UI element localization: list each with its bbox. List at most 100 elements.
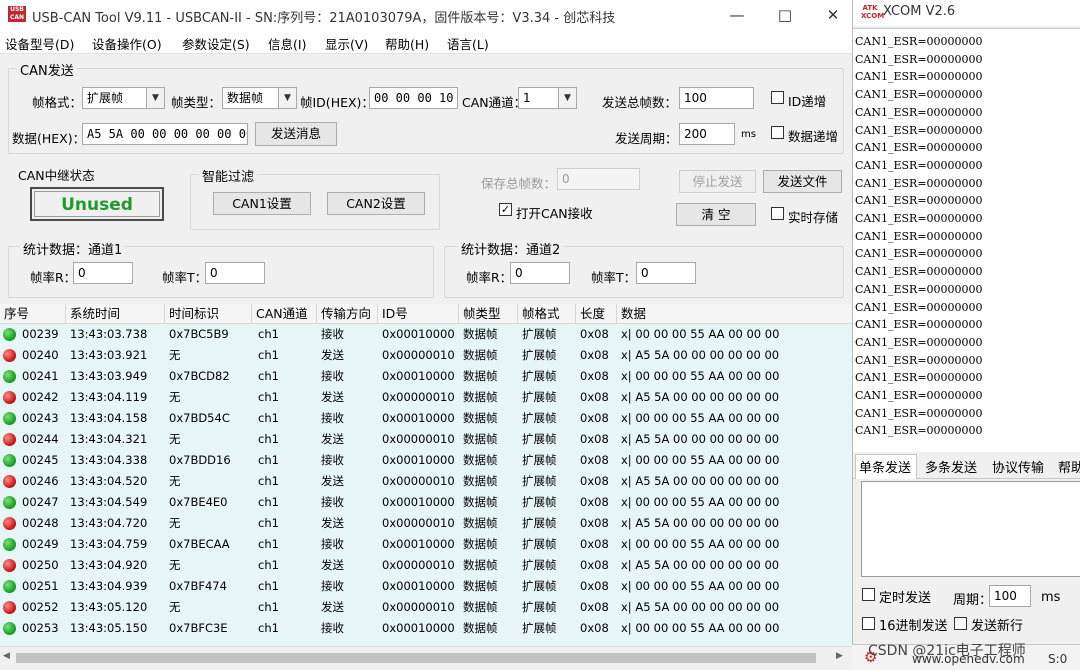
table-row[interactable]: 00246 13:43:04.520 无 ch1 发送 0x00000010 数据帧 扩展帧 0…: [0, 471, 852, 492]
total-frames-input[interactable]: 100: [679, 87, 754, 109]
clear-button[interactable]: 清 空: [676, 203, 756, 226]
receive-status-icon: [3, 328, 16, 341]
cell-id: 0x00010000: [382, 579, 455, 593]
horizontal-scrollbar[interactable]: ◀ ▶: [0, 646, 852, 670]
send-status-icon: [3, 559, 16, 572]
column-header-timestamp[interactable]: 时间标识: [165, 304, 252, 324]
menu-device-model[interactable]: 设备型号(D): [5, 34, 74, 53]
xcom-receive-log[interactable]: CAN1_ESR=00000000 CAN1_ESR=00000000 CAN1_E…: [853, 28, 1080, 452]
cell-can-channel: ch1: [258, 495, 279, 509]
receive-status-icon: [3, 538, 16, 551]
table-row[interactable]: 00245 13:43:04.338 0x7BDD16 ch1 接收 0x00010000…: [0, 450, 852, 471]
cell-timestamp: 无: [169, 600, 181, 614]
menu-display[interactable]: 显示(V): [325, 34, 368, 53]
can-channel-select[interactable]: 1 ▼: [518, 87, 577, 109]
title-bar: USB CAN USB-CAN Tool V9.11 - USBCAN-II -…: [0, 0, 852, 30]
realtime-save-label: 实时存储: [788, 210, 839, 225]
minimize-icon[interactable]: —: [714, 0, 760, 30]
stop-send-button[interactable]: 停止发送: [679, 170, 756, 193]
column-header-frame-format[interactable]: 帧格式: [518, 304, 576, 324]
table-row[interactable]: 00248 13:43:04.720 无 ch1 发送 0x00000010 数据帧 扩展帧 0…: [0, 513, 852, 534]
frame-format-select[interactable]: 扩展帧 ▼: [82, 87, 165, 109]
cell-frame-format: 扩展帧: [522, 453, 557, 467]
table-row[interactable]: 00253 13:43:05.150 0x7BFC3E ch1 接收 0x00010000…: [0, 618, 852, 639]
cell-system-time: 13:43:04.549: [70, 495, 148, 509]
scroll-right-icon[interactable]: ▶: [836, 651, 843, 661]
can-channel-label: CAN通道：: [462, 95, 527, 110]
menu-device-operation[interactable]: 设备操作(O): [92, 34, 162, 53]
menu-parameter-settings[interactable]: 参数设定(S): [182, 34, 250, 53]
send-period-input[interactable]: 200: [679, 123, 735, 145]
stats1-rate-t-value: 0: [205, 262, 265, 284]
tab-protocol-transfer[interactable]: 协议传输: [992, 457, 1044, 476]
send-newline-checkbox[interactable]: [954, 617, 967, 630]
cell-direction: 发送: [321, 600, 344, 614]
xcom-send-input[interactable]: [861, 481, 1080, 577]
menu-help[interactable]: 帮助(H): [385, 34, 429, 53]
hex-send-checkbox[interactable]: [862, 617, 875, 630]
close-icon[interactable]: ✕: [810, 0, 852, 30]
scroll-left-icon[interactable]: ◀: [3, 651, 10, 661]
table-row[interactable]: 00240 13:43:03.921 无 ch1 发送 0x00000010 数据帧 扩展帧 0…: [0, 345, 852, 366]
menu-language[interactable]: 语言(L): [447, 34, 489, 53]
xcom-period-input[interactable]: 100: [989, 585, 1031, 607]
cell-seq: 00250: [22, 558, 59, 572]
column-header-direction[interactable]: 传输方向: [317, 304, 378, 324]
can1-settings-button[interactable]: CAN1设置: [213, 192, 311, 215]
receive-status-icon: [3, 622, 16, 635]
id-increment-label: ID递增: [788, 94, 827, 109]
cell-system-time: 13:43:04.920: [70, 558, 148, 572]
column-header-system-time[interactable]: 系统时间: [66, 304, 165, 324]
column-header-frame-type[interactable]: 帧类型: [459, 304, 518, 324]
can2-settings-button[interactable]: CAN2设置: [327, 192, 425, 215]
table-row[interactable]: 00249 13:43:04.759 0x7BECAA ch1 接收 0x00010000…: [0, 534, 852, 555]
scrollbar-thumb[interactable]: [16, 653, 816, 663]
cell-system-time: 13:43:04.321: [70, 432, 148, 446]
cell-frame-type: 数据帧: [463, 411, 498, 425]
column-header-length[interactable]: 长度: [576, 304, 617, 324]
column-header-can-channel[interactable]: CAN通道: [252, 304, 317, 324]
tab-multi-send[interactable]: 多条发送: [925, 457, 977, 476]
table-row[interactable]: 00250 13:43:04.920 无 ch1 发送 0x00000010 数据帧 扩展帧 0…: [0, 555, 852, 576]
table-row[interactable]: 00242 13:43:04.119 无 ch1 发送 0x00000010 数据帧 扩展帧 0…: [0, 387, 852, 408]
table-row[interactable]: 00244 13:43:04.321 无 ch1 发送 0x00000010 数据帧 扩展帧 0…: [0, 429, 852, 450]
frame-id-input[interactable]: 00 00 00 10: [369, 87, 458, 109]
table-row[interactable]: 00251 13:43:04.939 0x7BF474 ch1 接收 0x00010000…: [0, 576, 852, 597]
cell-data: x| 00 00 00 55 AA 00 00 00: [621, 537, 780, 551]
table-row[interactable]: 00239 13:43:03.738 0x7BC5B9 ch1 接收 0x00010000…: [0, 324, 852, 345]
column-header-seq[interactable]: 序号: [0, 304, 66, 324]
receive-status-icon: [3, 412, 16, 425]
send-message-button[interactable]: 发送消息: [255, 122, 337, 146]
table-row[interactable]: 00247 13:43:04.549 0x7BE4E0 ch1 接收 0x00010000…: [0, 492, 852, 513]
frame-type-select[interactable]: 数据帧 ▼: [222, 87, 297, 109]
open-can-recv-checkbox[interactable]: ✓: [499, 203, 512, 216]
xcom-title-bar: ATK XCOM XCOM V2.6: [853, 0, 1080, 26]
send-period-unit: ms: [741, 129, 756, 140]
cell-data: x| 00 00 00 55 AA 00 00 00: [621, 495, 780, 509]
tab-single-send[interactable]: 单条发送: [859, 457, 911, 476]
table-row[interactable]: 00241 13:43:03.949 0x7BCD82 ch1 接收 0x00010000…: [0, 366, 852, 387]
table-row[interactable]: 00243 13:43:04.158 0x7BD54C ch1 接收 0x00010000…: [0, 408, 852, 429]
timed-send-checkbox[interactable]: [862, 588, 875, 601]
cell-timestamp: 0x7BCD82: [169, 369, 230, 383]
data-hex-input[interactable]: A5 5A 00 00 00 00 00 00: [82, 123, 248, 145]
id-increment-checkbox[interactable]: [771, 91, 784, 104]
open-can-recv-label: 打开CAN接收: [516, 206, 593, 221]
menu-info[interactable]: 信息(I): [268, 34, 306, 53]
maximize-icon[interactable]: □: [762, 0, 808, 30]
send-file-button[interactable]: 发送文件: [763, 170, 842, 193]
table-row[interactable]: 00252 13:43:05.120 无 ch1 发送 0x00000010 数据帧 扩展帧 0…: [0, 597, 852, 618]
data-increment-checkbox[interactable]: [771, 126, 784, 139]
column-header-id[interactable]: ID号: [378, 304, 459, 324]
realtime-save-checkbox[interactable]: [771, 207, 784, 220]
tab-help[interactable]: 帮助: [1058, 457, 1080, 476]
cell-direction: 发送: [321, 390, 344, 404]
cell-length: 0x08: [580, 327, 609, 341]
column-header-data[interactable]: 数据: [617, 304, 852, 324]
cell-frame-format: 扩展帧: [522, 327, 557, 341]
cell-frame-format: 扩展帧: [522, 348, 557, 362]
cell-frame-type: 数据帧: [463, 453, 498, 467]
cell-direction: 接收: [321, 411, 344, 425]
cell-id: 0x00000010: [382, 390, 455, 404]
cell-frame-type: 数据帧: [463, 600, 498, 614]
